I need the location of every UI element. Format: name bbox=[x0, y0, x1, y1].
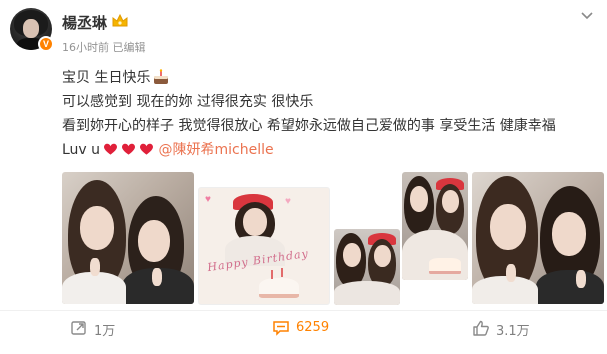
heart-icon: ♥ bbox=[205, 194, 211, 205]
image-figure-face bbox=[410, 186, 428, 212]
action-bar: 1万 6259 3.1万 bbox=[0, 310, 607, 342]
image-figure-shirt bbox=[472, 276, 538, 304]
post-line-3: 看到妳开心的样子 我觉得很放心 希望妳永远做自己爱做的事 享受生活 健康幸福 bbox=[62, 118, 556, 134]
weibo-post-card: V 楊丞琳 16小时前 已编辑 宝贝 生日快乐 可以感觉到 现在的妳 过得很充实… bbox=[0, 0, 607, 354]
comment-icon bbox=[273, 321, 289, 336]
post-line-1: 宝贝 生日快乐 bbox=[62, 66, 556, 90]
comment-count: 6259 bbox=[296, 320, 330, 335]
heart-icon: ♥ bbox=[285, 196, 291, 207]
post-line-2: 可以感觉到 现在的妳 过得很充实 很快乐 bbox=[62, 94, 314, 110]
post-image-2[interactable]: ♥ ♥ Happy Birthday bbox=[198, 187, 330, 305]
image-peace-hand bbox=[576, 270, 586, 288]
image-figure-face bbox=[243, 208, 267, 236]
image-figure-face bbox=[138, 220, 170, 262]
image-peace-hand bbox=[152, 268, 162, 286]
image-figure-shirt bbox=[62, 272, 126, 304]
mention-link[interactable]: @陳妍希michelle bbox=[159, 142, 274, 158]
heart-icon bbox=[122, 143, 136, 155]
like-count: 3.1万 bbox=[496, 324, 530, 339]
repost-icon bbox=[71, 321, 86, 335]
image-peace-hand bbox=[506, 264, 516, 282]
image-figure-shirt bbox=[536, 270, 604, 304]
verified-badge-icon: V bbox=[38, 36, 54, 52]
image-figure-shirt bbox=[334, 281, 400, 305]
post-image-1[interactable] bbox=[62, 172, 194, 304]
post-meta: 16小时前 已编辑 bbox=[62, 41, 146, 54]
image-birthday-cake bbox=[429, 258, 461, 274]
image-candle bbox=[271, 270, 273, 279]
repost-count: 1万 bbox=[94, 324, 116, 339]
crown-icon[interactable] bbox=[111, 13, 129, 29]
image-figure-face bbox=[343, 243, 361, 267]
chevron-down-icon[interactable] bbox=[580, 11, 594, 21]
post-line-1-text: 宝贝 生日快乐 bbox=[62, 70, 151, 86]
image-birthday-cake bbox=[259, 278, 299, 298]
post-image-3[interactable] bbox=[334, 229, 400, 305]
username[interactable]: 楊丞琳 bbox=[62, 12, 107, 33]
image-figure-face bbox=[80, 206, 114, 250]
image-peace-hand bbox=[90, 258, 100, 276]
image-figure-face bbox=[552, 212, 586, 256]
heart-icon bbox=[104, 143, 118, 155]
image-figure-face bbox=[490, 204, 526, 250]
post-line-4: Luv u @陳妍希michelle bbox=[62, 138, 556, 162]
avatar-face bbox=[23, 19, 39, 38]
post-text: 宝贝 生日快乐 可以感觉到 现在的妳 过得很充实 很快乐 看到妳开心的样子 我觉… bbox=[62, 66, 556, 162]
image-figure-face bbox=[374, 245, 391, 267]
birthday-cake-icon bbox=[154, 69, 169, 84]
heart-icon bbox=[140, 143, 154, 155]
image-candle bbox=[281, 268, 283, 277]
post-image-5[interactable] bbox=[472, 172, 604, 304]
like-icon bbox=[473, 320, 489, 336]
post-line-4-text: Luv u bbox=[62, 142, 101, 158]
image-figure-face bbox=[442, 190, 459, 213]
post-image-4[interactable] bbox=[402, 172, 468, 280]
